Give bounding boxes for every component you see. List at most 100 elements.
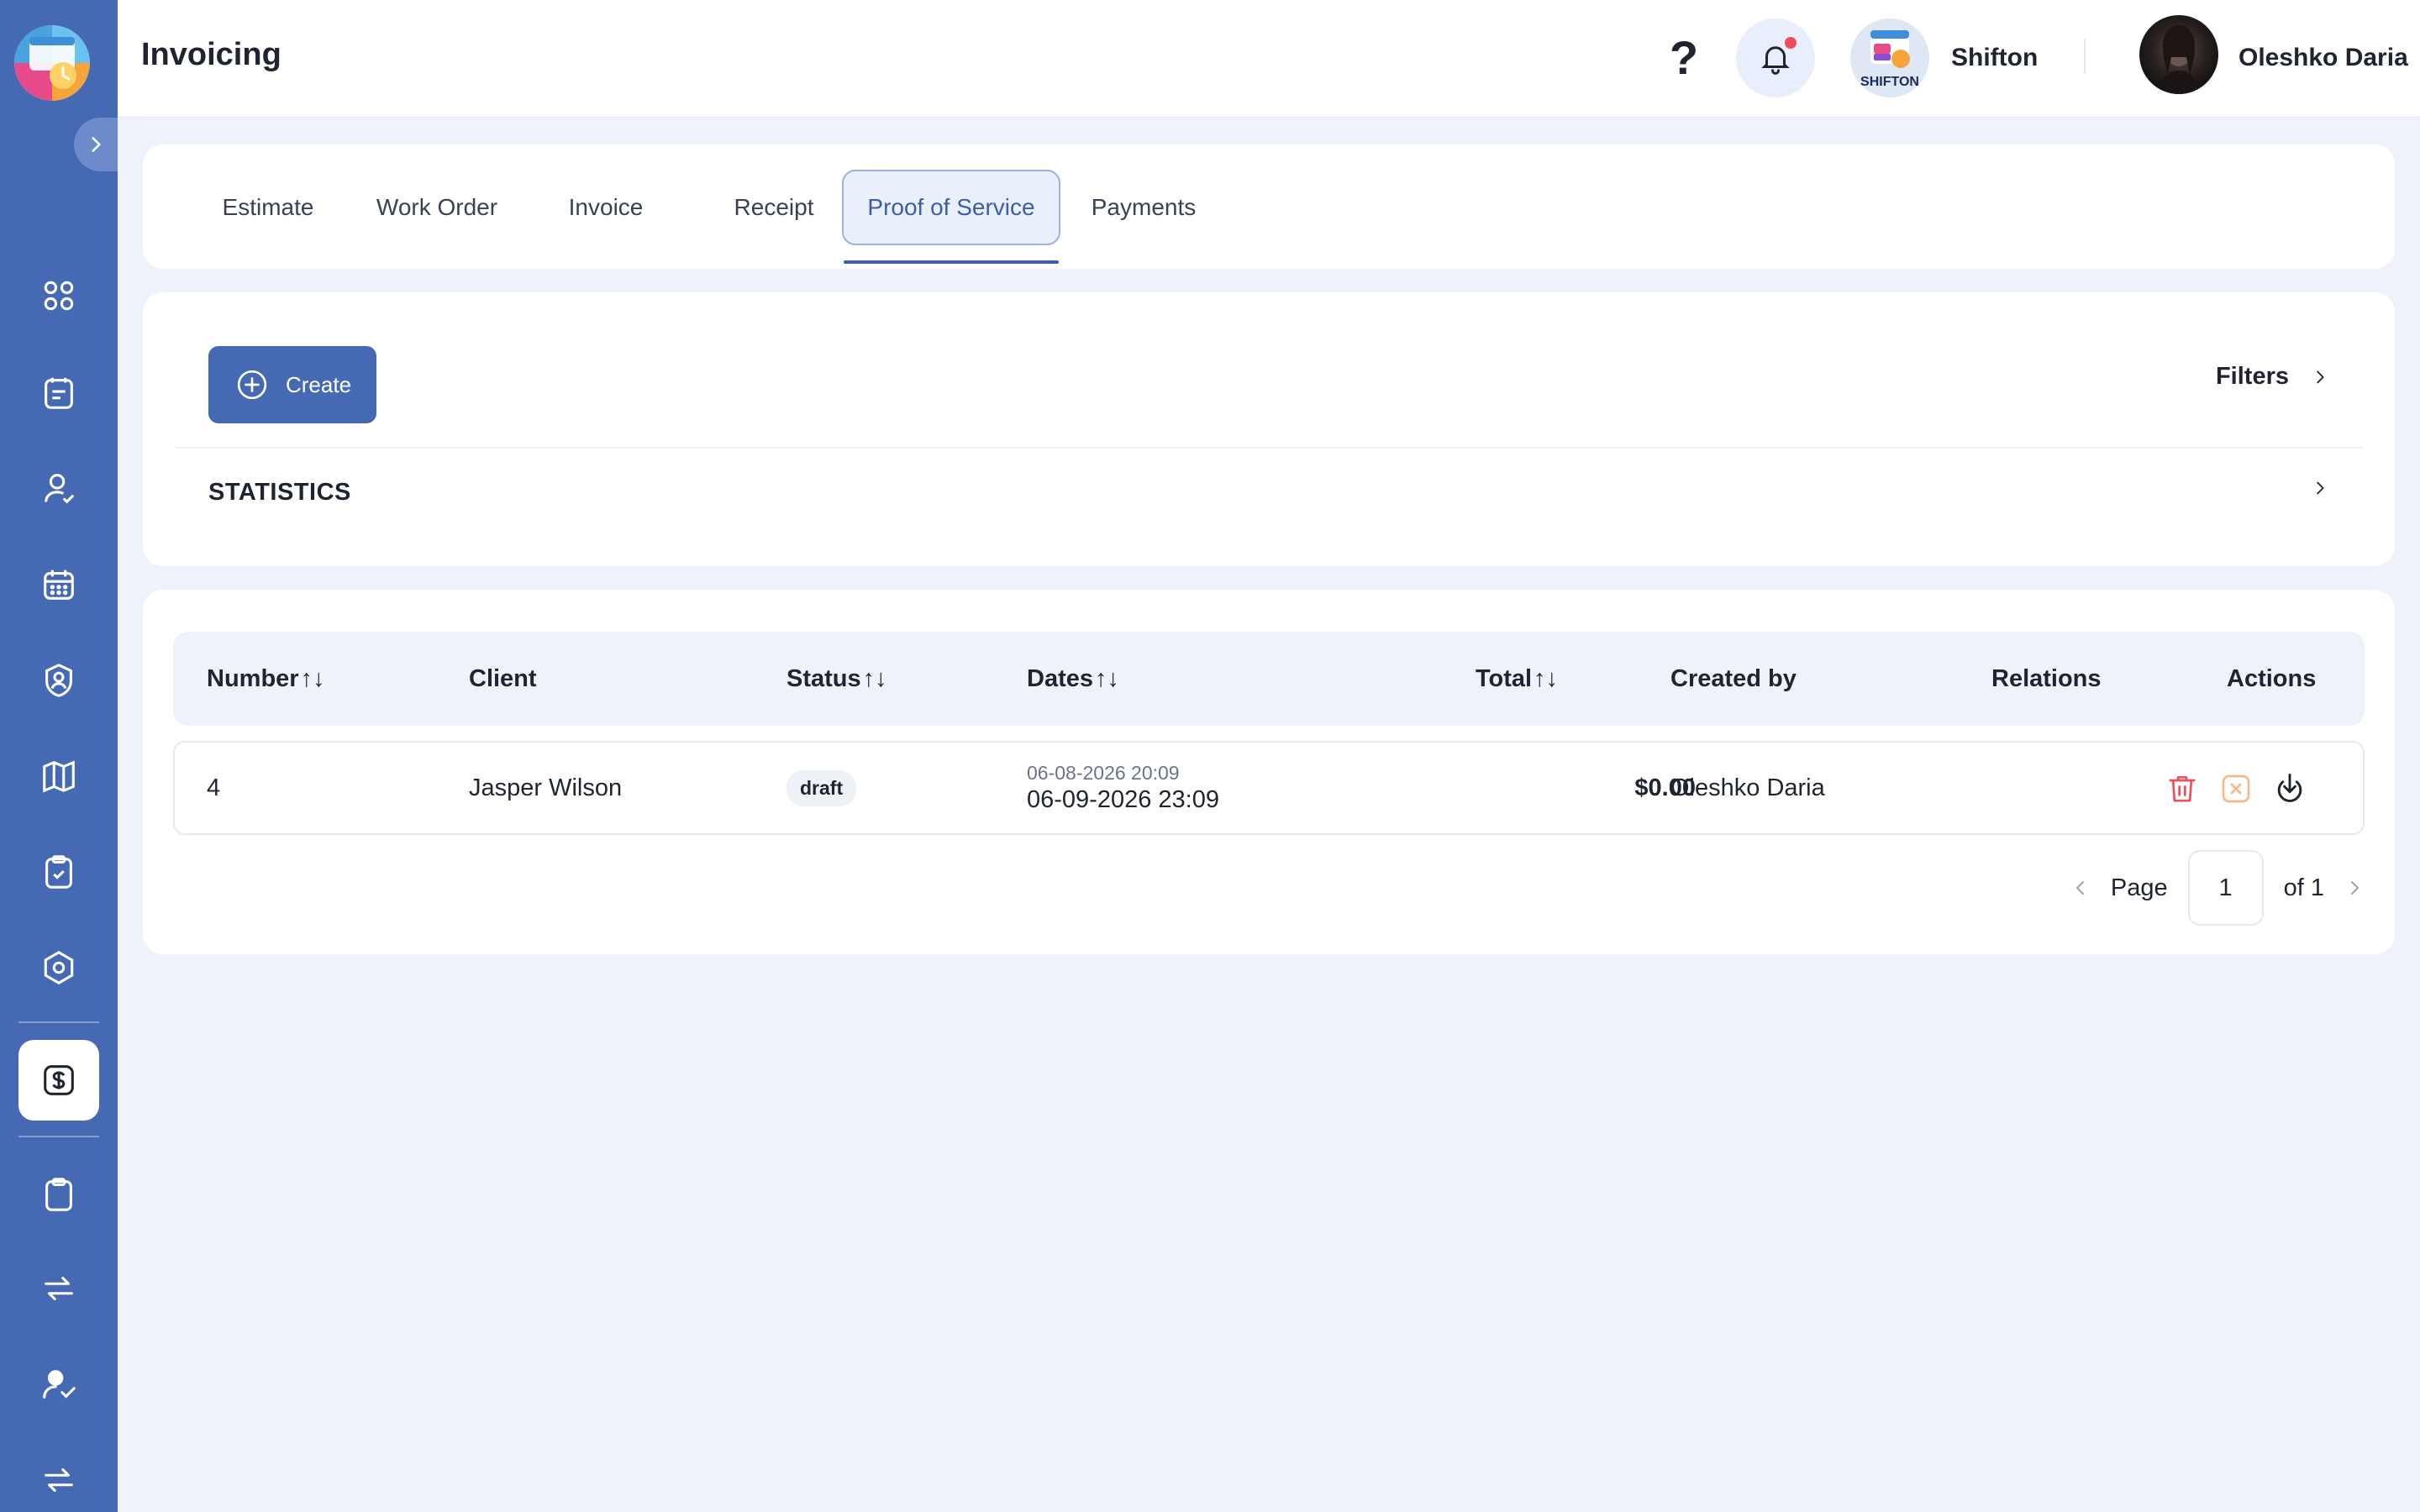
company-avatar[interactable]: SHIFTON bbox=[1850, 18, 1929, 97]
user-check-icon bbox=[45, 474, 75, 504]
tab-proof-of-service[interactable]: Proof of Service bbox=[842, 170, 1060, 245]
cell-number: 4 bbox=[207, 774, 221, 801]
tab-invoice[interactable]: Invoice bbox=[529, 170, 682, 245]
tab-payments[interactable]: Payments bbox=[1067, 170, 1220, 245]
cell-client: Jasper Wilson bbox=[469, 774, 623, 801]
tab-receipt[interactable]: Receipt bbox=[697, 170, 850, 245]
column-status-label: Status bbox=[786, 664, 861, 692]
sidebar-item-clients[interactable] bbox=[18, 640, 99, 721]
chevron-right-icon bbox=[2317, 481, 2324, 495]
cell-dates: 06-08-2026 20:09 06-09-2026 23:09 bbox=[1027, 743, 1219, 833]
delete-button[interactable] bbox=[2161, 768, 2203, 810]
column-dates-label: Dates bbox=[1027, 664, 1093, 692]
cell-total: $0.00 bbox=[1634, 774, 1696, 801]
sidebar-item-shift-exchange[interactable] bbox=[18, 1248, 99, 1329]
toolbar-card: Create Filters STATISTICS bbox=[143, 292, 2395, 566]
app-logo[interactable] bbox=[14, 25, 90, 101]
next-page-button[interactable] bbox=[2344, 878, 2365, 898]
sidebar-item-dashboard[interactable] bbox=[18, 255, 99, 336]
help-button[interactable]: ? bbox=[1660, 30, 1707, 84]
chevron-right-icon bbox=[92, 137, 101, 152]
toolbar-divider bbox=[175, 447, 2363, 449]
tab-work-order[interactable]: Work Order bbox=[350, 170, 524, 245]
page-label: Page bbox=[2110, 874, 2168, 901]
sort-icon: ↑↓ bbox=[300, 664, 325, 692]
date-start: 06-08-2026 20:09 bbox=[1027, 762, 1180, 784]
filters-toggle[interactable]: Filters bbox=[2216, 363, 2329, 391]
prev-page-button[interactable] bbox=[2070, 878, 2091, 898]
calendar-icon bbox=[44, 570, 74, 600]
notifications-button[interactable] bbox=[1736, 18, 1815, 97]
column-total-label: Total bbox=[1476, 664, 1533, 692]
chevron-right-icon bbox=[2317, 370, 2324, 383]
settings-icon bbox=[44, 951, 74, 984]
filters-label: Filters bbox=[2215, 363, 2289, 390]
column-actions: Actions bbox=[2227, 664, 2317, 692]
sidebar-item-invoicing[interactable] bbox=[18, 1040, 99, 1121]
sidebar-item-settings[interactable] bbox=[18, 927, 99, 1008]
table-row[interactable]: 4 Jasper Wilson draft 06-08-2026 20:09 0… bbox=[173, 741, 2365, 835]
dollar-icon bbox=[44, 1065, 74, 1095]
sidebar-expand-button[interactable] bbox=[74, 118, 118, 171]
badge-icon bbox=[45, 664, 72, 697]
close-square-icon bbox=[2222, 774, 2250, 803]
sidebar-item-documents[interactable] bbox=[18, 1154, 99, 1235]
column-number[interactable]: Number ↑↓ bbox=[207, 632, 325, 726]
plus-circle-icon bbox=[237, 370, 267, 400]
swap-icon bbox=[45, 1277, 73, 1300]
chevron-right-icon bbox=[2351, 881, 2359, 895]
column-relations: Relations bbox=[1991, 664, 2102, 692]
sidebar bbox=[0, 0, 118, 1512]
cancel-button[interactable] bbox=[2215, 768, 2257, 810]
create-button[interactable]: Create bbox=[208, 346, 376, 423]
company-name[interactable]: Shifton bbox=[1951, 44, 2038, 72]
notification-dot bbox=[1785, 37, 1797, 49]
user-name[interactable]: Oleshko Daria bbox=[2238, 44, 2408, 72]
page-total-label: of 1 bbox=[2283, 874, 2324, 901]
active-tab-indicator bbox=[844, 260, 1059, 264]
page-number-input[interactable] bbox=[2187, 850, 2264, 926]
download-button[interactable] bbox=[2269, 768, 2311, 810]
sidebar-item-map[interactable] bbox=[18, 736, 99, 816]
table-header: Number ↑↓ Client Status ↑↓ Dates ↑↓ Total ↑↓… bbox=[173, 632, 2365, 726]
column-status[interactable]: Status ↑↓ bbox=[786, 632, 887, 726]
swap-icon bbox=[45, 1468, 73, 1492]
sidebar-item-schedule[interactable] bbox=[18, 544, 99, 625]
pagination: Page of 1 bbox=[2070, 850, 2365, 926]
sort-icon: ↑↓ bbox=[862, 664, 887, 692]
page-title: Invoicing bbox=[141, 37, 281, 72]
column-number-label: Number bbox=[207, 664, 299, 692]
sidebar-item-tasks[interactable] bbox=[18, 353, 99, 433]
tab-estimate[interactable]: Estimate bbox=[190, 170, 346, 245]
top-header: Invoicing ? SHIFTON Shifton Oleshko Dari… bbox=[118, 0, 2420, 118]
date-end: 06-09-2026 23:09 bbox=[1027, 786, 1219, 813]
user-approve-icon bbox=[43, 1370, 76, 1399]
column-client: Client bbox=[469, 664, 537, 692]
dashboard-icon bbox=[44, 281, 74, 311]
header-divider bbox=[2084, 39, 2086, 74]
cell-status: draft bbox=[786, 743, 857, 833]
chevron-left-icon bbox=[2075, 881, 2084, 895]
column-total[interactable]: Total ↑↓ bbox=[1476, 632, 1558, 726]
statistics-expand-button[interactable] bbox=[2311, 479, 2329, 501]
user-avatar[interactable] bbox=[2139, 15, 2218, 94]
sidebar-item-checklists[interactable] bbox=[18, 832, 99, 912]
map-icon bbox=[43, 760, 75, 793]
sidebar-item-approvals[interactable] bbox=[18, 1344, 99, 1425]
column-dates[interactable]: Dates ↑↓ bbox=[1027, 632, 1119, 726]
trash-icon bbox=[2169, 776, 2196, 802]
company-logo-text: SHIFTON bbox=[1860, 75, 1919, 89]
create-button-label: Create bbox=[286, 371, 352, 397]
sidebar-divider bbox=[18, 1021, 99, 1023]
column-created-by: Created by bbox=[1670, 664, 1797, 692]
cell-created-by: Oleshko Daria bbox=[1670, 774, 1825, 801]
sidebar-item-swap-requests[interactable] bbox=[18, 1440, 99, 1512]
sidebar-divider bbox=[18, 1136, 99, 1137]
tasks-icon bbox=[45, 377, 73, 409]
sort-icon: ↑↓ bbox=[1095, 664, 1119, 692]
download-icon bbox=[2277, 774, 2302, 802]
status-badge: draft bbox=[786, 769, 857, 806]
clipboard-check-icon bbox=[45, 855, 72, 889]
statistics-header[interactable]: STATISTICS bbox=[208, 479, 351, 507]
sidebar-item-employees[interactable] bbox=[18, 449, 99, 529]
